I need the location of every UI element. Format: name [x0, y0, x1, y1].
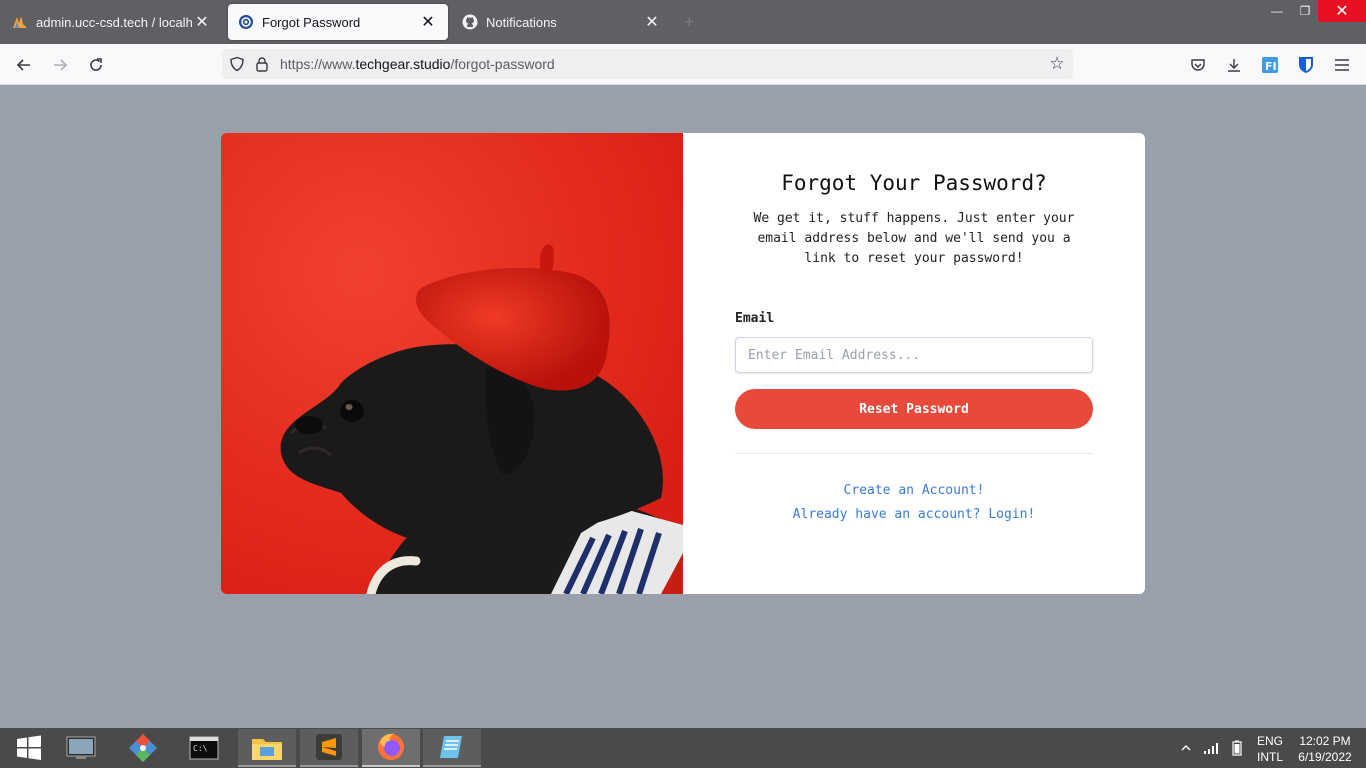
- close-tab-icon[interactable]: ✕: [418, 12, 438, 32]
- keyboard-layout: INTL: [1256, 750, 1283, 764]
- network-signal-icon[interactable]: [1203, 728, 1219, 768]
- language-code: ENG: [1256, 734, 1283, 748]
- tab-notifications[interactable]: Notifications ✕: [452, 4, 672, 40]
- tab-label: admin.ucc-csd.tech / localhost: [36, 14, 192, 30]
- url-domain: techgear.studio: [355, 56, 451, 72]
- fi-extension-icon[interactable]: FI: [1259, 54, 1281, 76]
- git-icon[interactable]: [114, 729, 172, 767]
- navigation-bar: https://www.techgear.studio/forgot-passw…: [0, 44, 1366, 85]
- taskbar: C:\ ENG INTL 12:02 PM 6/19/2022: [0, 728, 1366, 768]
- svg-text:C:\: C:\: [193, 744, 208, 753]
- page-title: Forgot Your Password?: [781, 171, 1047, 195]
- page-subtitle: We get it, stuff happens. Just enter you…: [753, 211, 1075, 266]
- lock-icon[interactable]: [254, 55, 270, 73]
- tab-phpmyadmin[interactable]: admin.ucc-csd.tech / localhost ✕: [2, 4, 222, 40]
- address-bar[interactable]: https://www.techgear.studio/forgot-passw…: [222, 49, 1073, 79]
- url-text[interactable]: https://www.techgear.studio/forgot-passw…: [280, 56, 555, 72]
- minimize-window-icon[interactable]: —: [1262, 0, 1292, 22]
- battery-icon[interactable]: [1232, 728, 1242, 768]
- start-icon[interactable]: [0, 729, 58, 767]
- github-icon: [462, 14, 478, 30]
- tab-label: Forgot Password: [262, 14, 361, 30]
- bookmark-star-icon[interactable]: ☆: [1047, 54, 1067, 74]
- tray-overflow-icon[interactable]: [1181, 728, 1191, 768]
- divider: [735, 453, 1093, 454]
- create-account-link[interactable]: Create an Account!: [683, 483, 1145, 498]
- url-prefix: https://www.: [280, 56, 356, 72]
- downloads-icon[interactable]: [1223, 54, 1245, 76]
- pocket-icon[interactable]: [1187, 54, 1209, 76]
- close-tab-icon[interactable]: ✕: [192, 12, 212, 32]
- email-label: Email: [735, 311, 775, 326]
- terminal-icon[interactable]: C:\: [175, 729, 233, 767]
- reload-icon[interactable]: [83, 52, 109, 78]
- notepad-icon[interactable]: [423, 729, 481, 767]
- bitwarden-icon[interactable]: [1295, 54, 1317, 76]
- tab-strip: admin.ucc-csd.tech / localhost ✕ Forgot …: [0, 0, 1366, 44]
- svg-text:FI: FI: [1265, 60, 1277, 73]
- close-tab-icon[interactable]: ✕: [642, 12, 662, 32]
- file-explorer-icon[interactable]: [238, 729, 296, 767]
- language-indicator[interactable]: ENG INTL: [1252, 733, 1288, 765]
- phpmyadmin-icon: [12, 14, 28, 30]
- hamburger-menu-icon[interactable]: [1331, 54, 1353, 76]
- desktop-icon[interactable]: [52, 729, 110, 767]
- close-window-icon[interactable]: ✕: [1318, 0, 1366, 22]
- sublime-text-icon[interactable]: [300, 729, 358, 767]
- firefox-icon[interactable]: [362, 729, 420, 767]
- login-link[interactable]: Already have an account? Login!: [683, 507, 1145, 522]
- url-path: /forgot-password: [450, 56, 555, 72]
- back-arrow-icon[interactable]: [11, 52, 37, 78]
- reset-password-button[interactable]: Reset Password: [735, 389, 1093, 429]
- gear-logo-icon: [238, 14, 254, 30]
- form-panel: Forgot Your Password? We get it, stuff h…: [683, 133, 1145, 594]
- tab-forgot-password[interactable]: Forgot Password ✕: [228, 4, 448, 40]
- tracking-protection-shield-icon[interactable]: [228, 55, 246, 73]
- forward-arrow-icon[interactable]: [47, 52, 73, 78]
- tab-label: Notifications: [486, 14, 557, 30]
- system-clock[interactable]: 12:02 PM 6/19/2022: [1292, 733, 1358, 765]
- new-tab-button[interactable]: +: [684, 12, 695, 33]
- clock-date: 6/19/2022: [1298, 750, 1352, 764]
- forgot-password-card: Forgot Your Password? We get it, stuff h…: [221, 133, 1145, 594]
- restore-window-icon[interactable]: ❐: [1290, 0, 1320, 22]
- pug-photo: [221, 133, 683, 594]
- email-field[interactable]: [735, 337, 1093, 373]
- clock-time: 12:02 PM: [1299, 734, 1351, 748]
